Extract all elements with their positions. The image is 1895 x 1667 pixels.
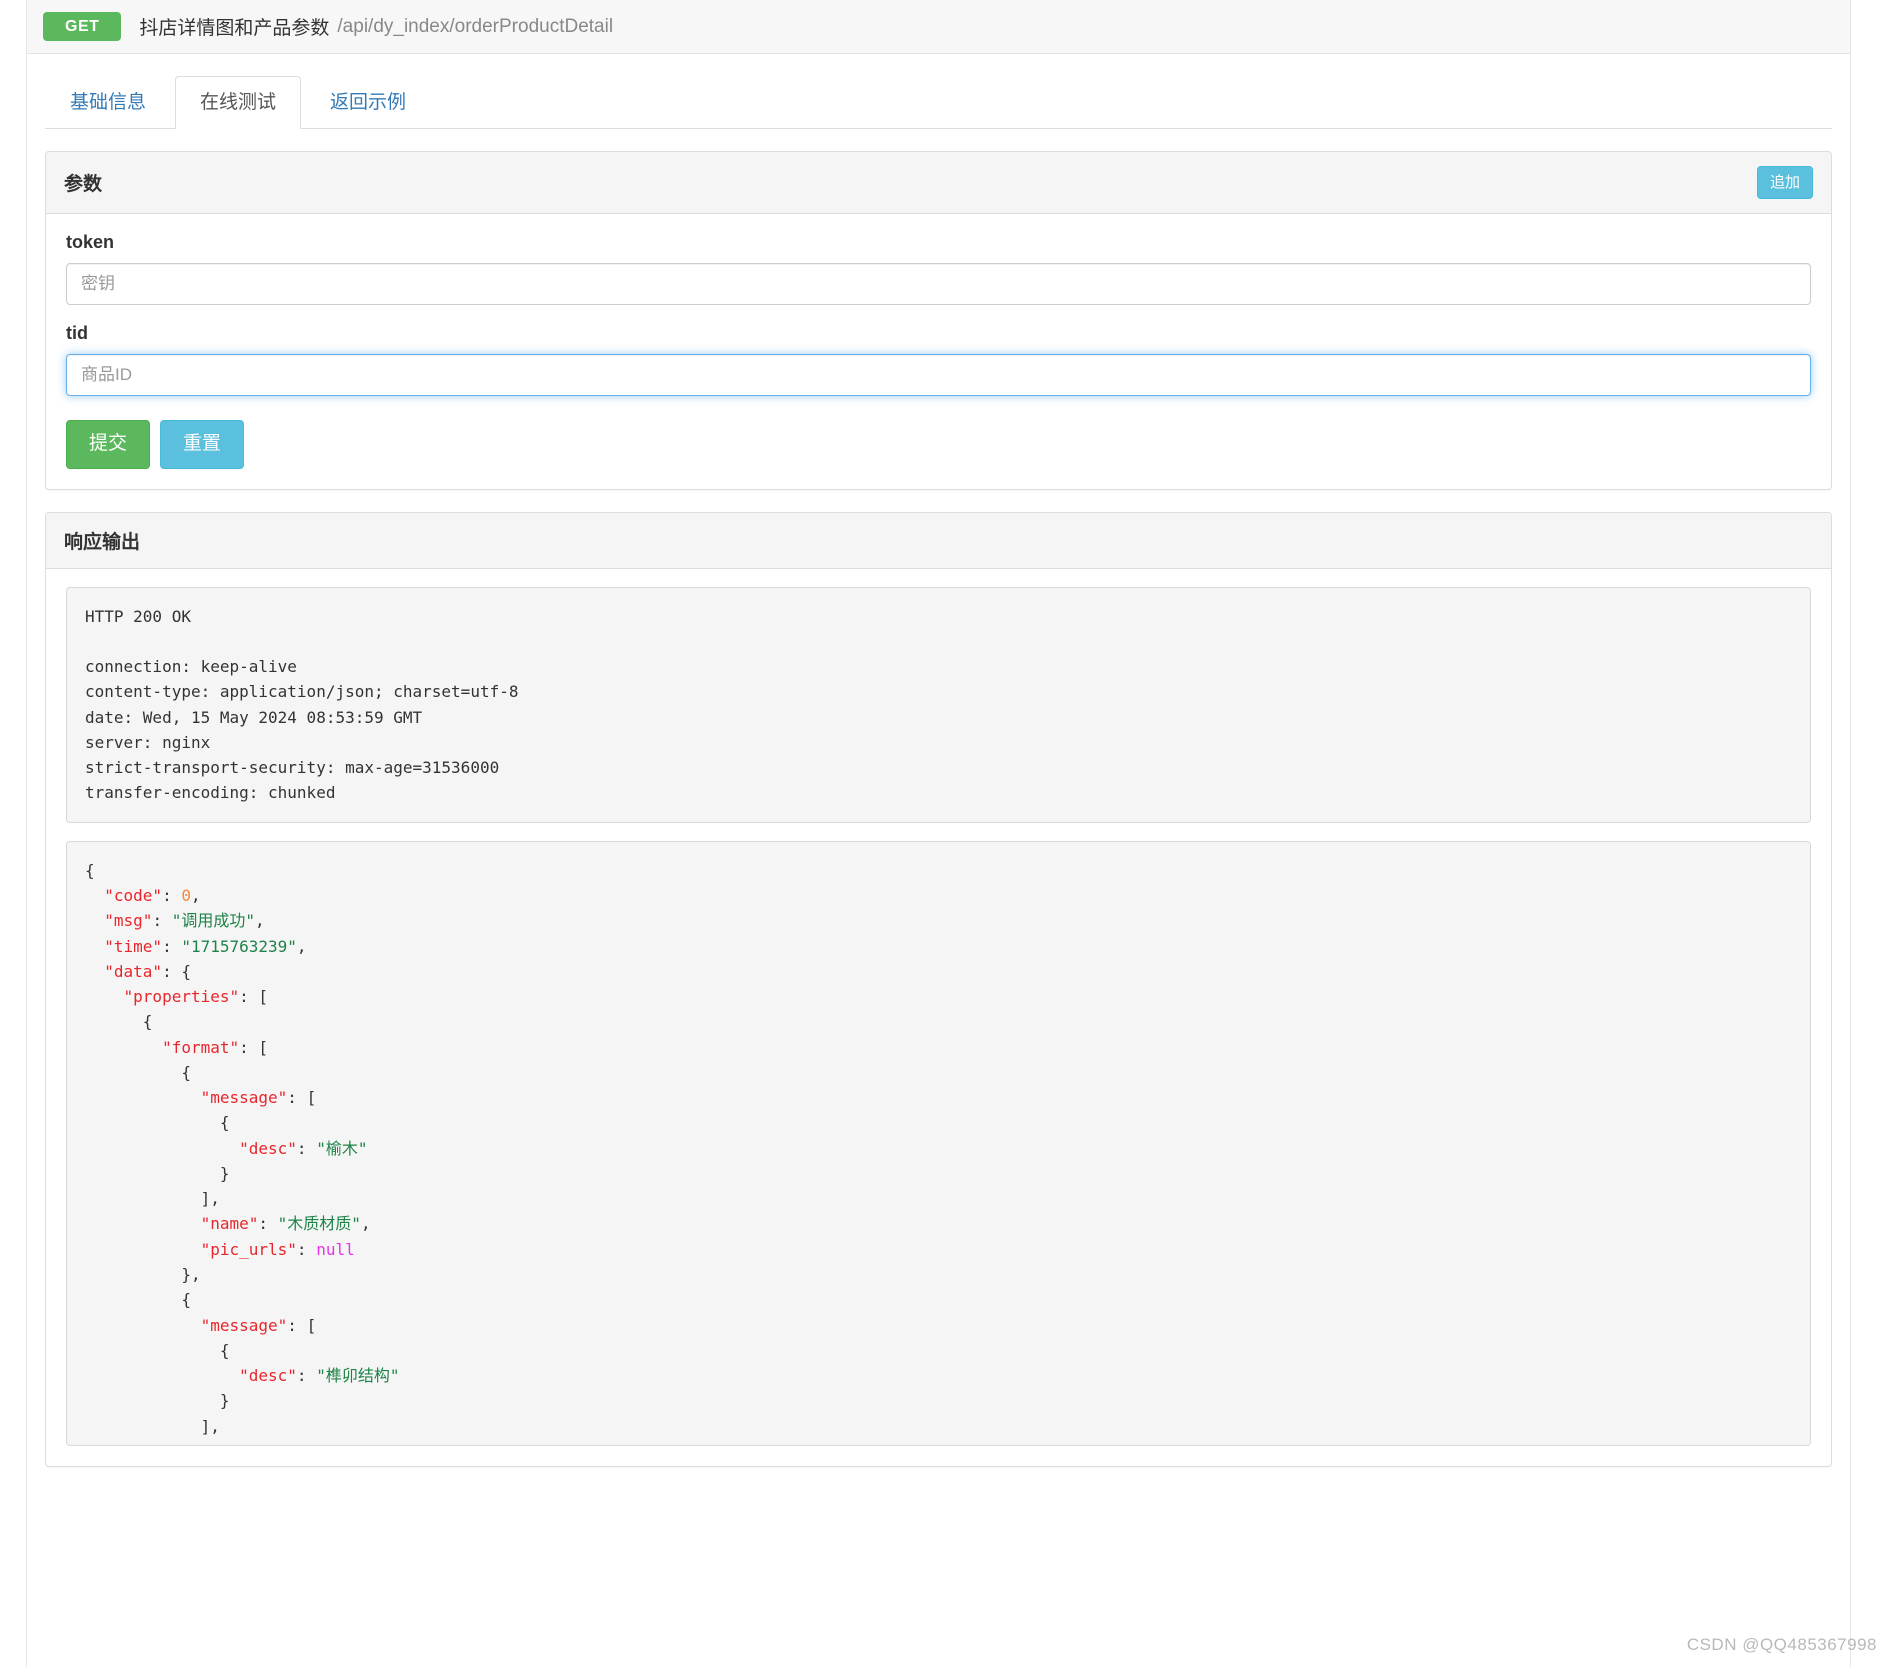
add-parameter-button[interactable]: 追加 bbox=[1756, 166, 1813, 199]
api-title: 抖店详情图和产品参数 bbox=[139, 18, 330, 39]
submit-button[interactable]: 提交 bbox=[66, 420, 151, 469]
response-output-panel: 响应输出 HTTP 200 OK connection: keep-alive … bbox=[45, 511, 1832, 1467]
json-line: { bbox=[85, 1290, 191, 1310]
json-line: ], bbox=[85, 1416, 220, 1436]
json-line: } bbox=[85, 1163, 230, 1183]
reset-button[interactable]: 重置 bbox=[160, 420, 245, 469]
json-line: "properties": [ bbox=[123, 987, 269, 1007]
json-line: }, bbox=[85, 1264, 201, 1284]
json-line: "format": [ bbox=[162, 1037, 269, 1057]
page-container: GET 抖店详情图和产品参数 /api/dy_index/orderProduc… bbox=[26, 0, 1851, 1667]
tabs-container: 基础信息 在线测试 返回示例 bbox=[27, 54, 1850, 129]
json-line: ], bbox=[85, 1189, 220, 1209]
json-line: "desc": "榆木" bbox=[239, 1138, 368, 1158]
json-line: { bbox=[85, 1340, 230, 1360]
json-line: "time": "1715763239", bbox=[104, 936, 307, 956]
response-json-block: { "code": 0, "msg": "调用成功", "time": "171… bbox=[66, 840, 1811, 1446]
json-line: { bbox=[85, 1113, 230, 1133]
api-path: /api/dy_index/orderProductDetail bbox=[337, 15, 614, 37]
tab-online-test[interactable]: 在线测试 bbox=[175, 76, 302, 129]
json-line: { bbox=[85, 860, 95, 880]
form-group-tid: tid bbox=[66, 323, 1811, 396]
tid-input[interactable] bbox=[66, 354, 1811, 396]
json-line: "desc": "榫卯结构" bbox=[239, 1366, 400, 1386]
form-actions: 提交 重置 bbox=[66, 420, 1811, 469]
tid-label: tid bbox=[66, 323, 88, 343]
json-line: { bbox=[85, 1062, 191, 1082]
json-line: { bbox=[85, 1012, 153, 1032]
token-input[interactable] bbox=[66, 263, 1811, 305]
tab-response-example[interactable]: 返回示例 bbox=[305, 76, 431, 129]
json-line: "msg": "调用成功", bbox=[104, 911, 265, 931]
tab-list: 基础信息 在线测试 返回示例 bbox=[45, 76, 1832, 129]
json-line: "name": "木质材质", bbox=[200, 1214, 371, 1234]
response-panel-heading: 响应输出 bbox=[46, 512, 1831, 569]
token-label: token bbox=[66, 232, 115, 252]
json-line: "data": { bbox=[104, 961, 191, 981]
json-line: } bbox=[85, 1391, 230, 1411]
parameters-panel-heading: 参数 追加 bbox=[46, 152, 1831, 214]
parameters-panel-body: token tid 提交 重置 bbox=[46, 214, 1831, 489]
parameters-panel-title: 参数 bbox=[64, 174, 103, 195]
json-line: "message": [ bbox=[200, 1088, 317, 1108]
main-content: 参数 追加 token tid 提交 重置 bbox=[27, 151, 1850, 1467]
json-line: "code": 0, bbox=[104, 885, 201, 905]
tab-basic-info[interactable]: 基础信息 bbox=[45, 76, 171, 129]
api-header: GET 抖店详情图和产品参数 /api/dy_index/orderProduc… bbox=[27, 0, 1850, 54]
json-line: "message": [ bbox=[200, 1315, 317, 1335]
response-panel-title: 响应输出 bbox=[64, 531, 141, 553]
json-line: "pic_urls": null bbox=[200, 1239, 355, 1259]
parameters-panel: 参数 追加 token tid 提交 重置 bbox=[45, 151, 1832, 490]
response-headers-block: HTTP 200 OK connection: keep-alive conte… bbox=[66, 586, 1811, 823]
http-method-badge: GET bbox=[43, 11, 122, 42]
response-panel-body: HTTP 200 OK connection: keep-alive conte… bbox=[46, 569, 1831, 1466]
form-group-token: token bbox=[66, 232, 1811, 305]
